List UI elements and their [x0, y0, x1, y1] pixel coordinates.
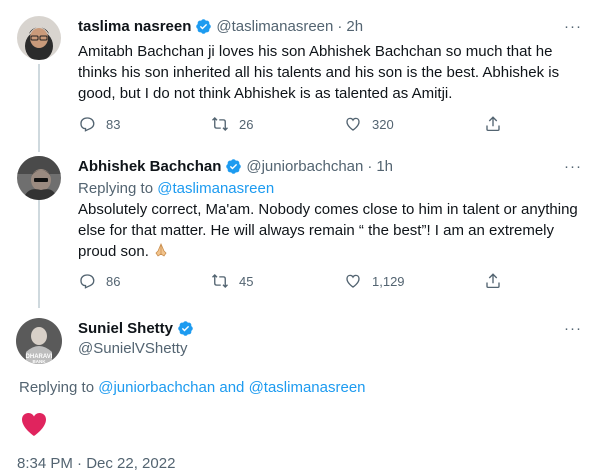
more-icon[interactable]: ··· [563, 16, 583, 36]
tweet-text: Absolutely correct, Ma'am. Nobody comes … [78, 199, 583, 262]
like-button[interactable]: 1,129 [344, 272, 405, 290]
share-icon [486, 273, 500, 289]
retweet-icon [212, 274, 228, 288]
tweet-header: Abhishek Bachchan @juniorbachchan · 1h [78, 156, 583, 176]
tweet-header: Suniel Shetty [78, 318, 583, 338]
svg-text:BANK: BANK [33, 359, 47, 364]
avatar-abhishek[interactable] [17, 156, 61, 200]
mention-link-1[interactable]: @juniorbachchan [98, 379, 215, 396]
verified-badge-icon [196, 18, 212, 34]
reply-button[interactable]: 83 [78, 115, 120, 133]
verified-badge-icon [226, 158, 242, 174]
replying-to: Replying to @juniorbachchan and @taslima… [19, 379, 366, 396]
folded-hands-icon [155, 242, 167, 257]
reply-icon [80, 274, 95, 289]
replying-and: and [215, 379, 249, 396]
retweet-count: 45 [239, 273, 254, 289]
like-button[interactable]: 320 [344, 115, 394, 133]
like-count: 320 [372, 116, 394, 132]
reply-count: 83 [106, 116, 121, 132]
reply-count: 86 [106, 273, 121, 289]
tweet-suniel[interactable]: DHARAVI BANK Suniel Shetty ··· @SunielVS… [0, 312, 601, 472]
replying-to: Replying to @taslimanasreen [78, 180, 583, 197]
verified-badge-icon [178, 320, 193, 336]
retweet-count: 26 [239, 116, 254, 132]
display-name[interactable]: Abhishek Bachchan [78, 158, 221, 175]
action-bar: 83 26 320 [78, 115, 500, 135]
more-icon[interactable]: ··· [563, 156, 583, 176]
handle[interactable]: @juniorbachchan [246, 158, 363, 175]
display-name[interactable]: Suniel Shetty [78, 320, 173, 337]
display-name[interactable]: taslima nasreen [78, 18, 191, 35]
like-icon [346, 117, 360, 131]
avatar-taslima[interactable] [17, 16, 61, 60]
action-bar: 86 45 1,129 [78, 272, 500, 292]
retweet-button[interactable]: 26 [211, 115, 253, 133]
tweet-timestamp[interactable]: 8:34 PM · Dec 22, 2022 [17, 455, 175, 472]
like-count: 1,129 [372, 273, 405, 289]
tweet-taslima[interactable]: taslima nasreen @taslimanasreen · 2h ···… [0, 16, 601, 146]
share-icon [486, 116, 500, 132]
timestamp[interactable]: 1h [376, 158, 393, 175]
reply-button[interactable]: 86 [78, 272, 120, 290]
heart-icon [22, 413, 46, 436]
avatar-suniel[interactable]: DHARAVI BANK [16, 318, 62, 364]
retweet-button[interactable]: 45 [211, 272, 253, 290]
replying-prefix: Replying to [78, 180, 158, 197]
separator-dot: · [337, 17, 343, 35]
tweet-header: taslima nasreen @taslimanasreen · 2h [78, 16, 583, 36]
handle[interactable]: @SunielVShetty [78, 340, 583, 357]
more-icon[interactable]: ··· [563, 318, 583, 338]
timestamp[interactable]: 2h [346, 18, 363, 35]
mention-link-2[interactable]: @taslimanasreen [249, 379, 366, 396]
handle[interactable]: @taslimanasreen [216, 18, 333, 35]
tweet-abhishek[interactable]: Abhishek Bachchan @juniorbachchan · 1h ·… [0, 156, 601, 296]
share-button[interactable] [484, 115, 512, 133]
retweet-icon [212, 117, 228, 131]
share-button[interactable] [484, 272, 512, 290]
separator-dot: · [367, 157, 373, 175]
tweet-text: Amitabh Bachchan ji loves his son Abhish… [78, 43, 560, 102]
replying-prefix: Replying to [19, 379, 99, 396]
like-icon [346, 274, 360, 288]
reply-icon [80, 117, 95, 132]
mention-link[interactable]: @taslimanasreen [157, 180, 274, 197]
